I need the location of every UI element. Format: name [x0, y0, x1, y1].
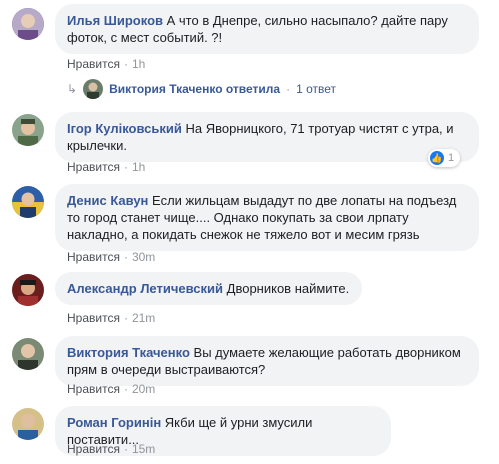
reaction-number: 1	[448, 152, 455, 164]
comment-actions: Нравится · 30m	[67, 250, 155, 264]
comment-actions: Нравится · 1h	[67, 160, 145, 174]
comment-author[interactable]: Александр Летичевский	[67, 281, 223, 296]
like-link[interactable]: Нравится	[67, 57, 120, 71]
like-link[interactable]: Нравится	[67, 382, 120, 396]
comment-actions: Нравится · 1h	[67, 57, 145, 71]
like-link[interactable]: Нравится	[67, 160, 120, 174]
reply-count[interactable]: 1 ответ	[296, 82, 336, 96]
avatar[interactable]	[12, 8, 44, 40]
replies-summary[interactable]: ↳ Виктория Ткаченко ответила · 1 ответ	[67, 79, 336, 99]
reply-arrow-icon: ↳	[67, 82, 78, 96]
avatar-photo-icon	[12, 338, 44, 370]
avatar[interactable]	[12, 114, 44, 146]
comment-actions: Нравится · 20m	[67, 382, 155, 396]
comment-time[interactable]: 30m	[132, 250, 155, 264]
separator-dot: ·	[123, 57, 128, 71]
separator-dot: ·	[123, 382, 128, 396]
avatar-photo-icon	[12, 8, 44, 40]
comment-time[interactable]: 1h	[132, 160, 145, 174]
comment-author[interactable]: Илья Широков	[67, 13, 163, 28]
comment-author[interactable]: Денис Кавун	[67, 193, 148, 208]
separator-dot: ·	[123, 160, 128, 174]
comment-actions: Нравится · 21m	[67, 311, 155, 325]
comment-bubble: Илья Широков А что в Днепре, сильно насы…	[55, 4, 479, 54]
avatar-photo-icon	[83, 79, 104, 99]
comment-author[interactable]: Роман Горинін	[67, 415, 161, 430]
comment-bubble: Виктория Ткаченко Вы думаете желающие ра…	[55, 336, 479, 386]
comment-time[interactable]: 20m	[132, 382, 155, 396]
avatar[interactable]	[12, 338, 44, 370]
reaction-count[interactable]: 👍 1	[428, 149, 461, 167]
comment-text: Дворников наймите.	[226, 281, 350, 296]
comment-time[interactable]: 15m	[132, 442, 155, 456]
avatar-photo-icon	[12, 274, 44, 306]
separator-dot: ·	[286, 82, 291, 96]
separator-dot: ·	[123, 250, 128, 264]
avatar-photo-icon	[12, 186, 44, 218]
comment-bubble: Ігор Куліковський На Яворницкого, 71 тро…	[55, 112, 479, 162]
avatar[interactable]	[12, 186, 44, 218]
like-reaction-icon: 👍	[430, 151, 444, 165]
comment-actions: Нравится · 15m	[67, 442, 155, 456]
avatar[interactable]	[12, 408, 44, 440]
avatar-photo-icon	[12, 114, 44, 146]
separator-dot: ·	[123, 442, 128, 456]
reply-avatar	[83, 79, 104, 99]
separator-dot: ·	[123, 311, 128, 325]
comment-time[interactable]: 1h	[132, 57, 145, 71]
like-link[interactable]: Нравится	[67, 442, 120, 456]
like-link[interactable]: Нравится	[67, 311, 120, 325]
like-link[interactable]: Нравится	[67, 250, 120, 264]
avatar-photo-icon	[12, 408, 44, 440]
avatar[interactable]	[12, 274, 44, 306]
reply-author-text[interactable]: Виктория Ткаченко ответила	[109, 82, 280, 96]
comment-bubble: Денис Кавун Если жильцам выдадут по две …	[55, 184, 479, 251]
comment-author[interactable]: Ігор Куліковський	[67, 121, 182, 136]
comment-bubble: Александр Летичевский Дворников наймите.	[55, 272, 362, 305]
comment-author[interactable]: Виктория Ткаченко	[67, 345, 190, 360]
comment-time[interactable]: 21m	[132, 311, 155, 325]
